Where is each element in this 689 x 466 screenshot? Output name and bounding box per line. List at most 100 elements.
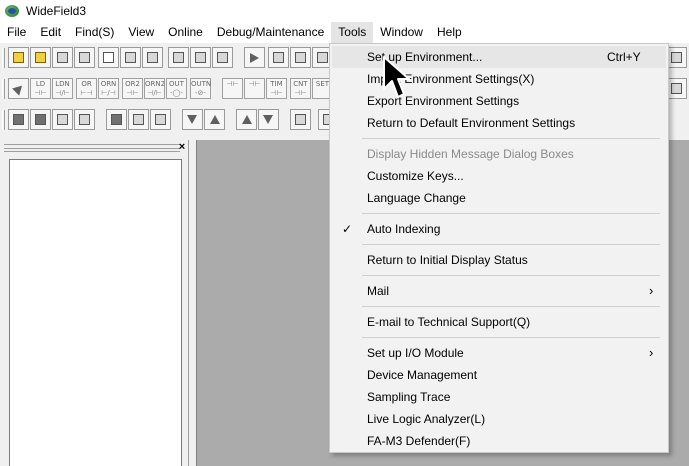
toolbar-button[interactable] [74, 47, 95, 68]
tool-icon [671, 52, 682, 63]
save-button[interactable] [142, 47, 163, 68]
check-icon: ✓ [342, 222, 353, 236]
toolbar-button[interactable] [666, 78, 687, 99]
menu-item-label: Display Hidden Message Dialog Boxes [367, 147, 574, 161]
menu-item-customize-keys[interactable]: Customize Keys... [332, 165, 666, 187]
ldn-label: LDN [55, 80, 70, 88]
or-button[interactable]: OR ⊢⊣ [76, 78, 97, 99]
tim-button[interactable]: TIM ⊣⊢ [266, 78, 287, 99]
coil-symbol: -◯- [170, 89, 183, 97]
toolbar-button[interactable] [290, 109, 311, 130]
toolbar-button[interactable] [52, 109, 73, 130]
ldn-button[interactable]: LDN ⊣/⊢ [52, 78, 73, 99]
move-down-button[interactable] [182, 109, 203, 130]
menu-item-device-management[interactable]: Device Management [332, 364, 666, 386]
menu-item-label: Mail [367, 284, 390, 298]
open-project-button[interactable] [30, 47, 51, 68]
menu-file[interactable]: File [0, 22, 33, 43]
connect-symbol: ⊣⊢ [248, 80, 261, 88]
select-tool-button[interactable] [8, 78, 29, 99]
menu-debug-maintenance[interactable]: Debug/Maintenance [210, 22, 331, 43]
menu-bar: File Edit Find(S) View Online Debug/Main… [0, 22, 689, 43]
menu-item-label: Auto Indexing [367, 222, 441, 236]
up-arrow-icon [241, 114, 252, 125]
connect-button[interactable]: ⊣⊢ [244, 78, 265, 99]
cnt-button[interactable]: CNT ⊣⊢ [290, 78, 311, 99]
contact-symbol: ⊢⊣ [80, 89, 93, 97]
transfer-button[interactable] [244, 47, 265, 68]
menu-item-return-to-default-environment-settings[interactable]: Return to Default Environment Settings [332, 112, 666, 134]
menu-item-return-to-initial-display-status[interactable]: Return to Initial Display Status [332, 249, 666, 271]
menu-separator [362, 244, 660, 245]
menu-item-mail[interactable]: Mail › [332, 280, 666, 302]
tool-icon [35, 114, 46, 125]
menu-separator [362, 138, 660, 139]
contact-symbol: ⊣⊢ [34, 89, 47, 97]
menu-item-label: Device Management [367, 368, 478, 382]
toolbar-button[interactable] [150, 109, 171, 130]
toolbar-button[interactable] [212, 47, 233, 68]
toolbar-button[interactable] [52, 47, 73, 68]
menu-item-email-technical-support[interactable]: E-mail to Technical Support(Q) [332, 311, 666, 333]
menu-edit[interactable]: Edit [33, 22, 68, 43]
menu-view[interactable]: View [121, 22, 161, 43]
toolbar-button[interactable] [30, 109, 51, 130]
toolbar-gripper[interactable] [2, 48, 5, 68]
tool-icon [57, 114, 68, 125]
cut-button[interactable] [268, 47, 289, 68]
toolbar-gripper[interactable] [2, 79, 5, 99]
tool-icon [155, 114, 166, 125]
copy-button[interactable] [290, 47, 311, 68]
menu-item-live-logic-analyzer[interactable]: Live Logic Analyzer(L) [332, 408, 666, 430]
toolbar-gripper[interactable] [2, 110, 5, 130]
tool-icon [79, 114, 90, 125]
contact-symbol: ⊣/⊢ [147, 89, 162, 97]
or2-button[interactable]: OR2 ⊣⊢ [122, 78, 143, 99]
move-up-button[interactable] [204, 109, 225, 130]
project-tree[interactable] [9, 159, 182, 466]
menu-item-language-change[interactable]: Language Change [332, 187, 666, 209]
ld-button[interactable]: LD ⊣⊢ [30, 78, 51, 99]
toolbar-button[interactable] [8, 109, 29, 130]
pane-title-bar[interactable] [4, 144, 180, 152]
coil-symbol: -⊘- [195, 89, 206, 97]
tool-icon [671, 83, 682, 94]
connect-button[interactable]: ⊣⊢ [222, 78, 243, 99]
move-bottom-button[interactable] [258, 109, 279, 130]
menu-separator [362, 213, 660, 214]
menu-item-label: Customize Keys... [367, 169, 464, 183]
menu-item-label: Live Logic Analyzer(L) [367, 412, 486, 426]
menu-item-label: Return to Initial Display Status [367, 253, 528, 267]
toolbar-button[interactable] [74, 109, 95, 130]
menu-item-auto-indexing[interactable]: ✓ Auto Indexing [332, 218, 666, 240]
menu-online[interactable]: Online [161, 22, 210, 43]
menu-find[interactable]: Find(S) [68, 22, 121, 43]
tool-icon [111, 114, 122, 125]
open-file-button[interactable] [120, 47, 141, 68]
toolbar-button[interactable] [190, 47, 211, 68]
tool-icon [133, 114, 144, 125]
move-top-button[interactable] [236, 109, 257, 130]
orn-button[interactable]: ORN ⊢/⊣ [98, 78, 119, 99]
menu-window[interactable]: Window [373, 22, 430, 43]
ld-label: LD [35, 80, 46, 88]
print-button[interactable] [168, 47, 189, 68]
cnt-label: CNT [293, 80, 308, 88]
new-program-button[interactable] [8, 47, 29, 68]
menu-item-sampling-trace[interactable]: Sampling Trace [332, 386, 666, 408]
menu-item-fa-m3-defender[interactable]: FA-M3 Defender(F) [332, 430, 666, 452]
menu-item-label: Language Change [367, 191, 466, 205]
menu-help[interactable]: Help [430, 22, 469, 43]
window-title: WideField3 [26, 4, 87, 18]
new-file-button[interactable] [98, 47, 119, 68]
outn-button[interactable]: OUTN -⊘- [190, 78, 211, 99]
toolbar-button[interactable] [666, 47, 687, 68]
toolbar-button[interactable] [106, 109, 127, 130]
toolbar-button[interactable] [128, 109, 149, 130]
menu-item-set-up-io-module[interactable]: Set up I/O Module › [332, 342, 666, 364]
out-button[interactable]: OUT -◯- [166, 78, 187, 99]
timer-symbol: ⊣⊢ [270, 89, 283, 97]
orn2-button[interactable]: ORN2 ⊣/⊢ [144, 78, 165, 99]
menu-tools[interactable]: Tools [331, 22, 374, 43]
close-icon[interactable]: × [177, 141, 187, 153]
